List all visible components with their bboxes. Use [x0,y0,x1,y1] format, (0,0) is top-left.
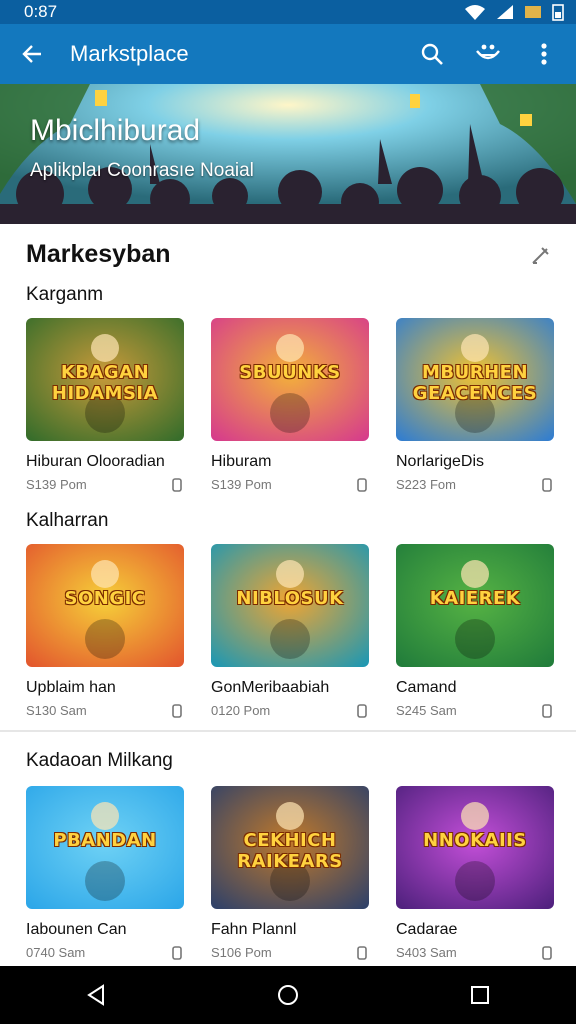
bookmark-icon[interactable] [172,703,182,718]
app-card[interactable]: KBAGAN HIDAMSIA Hiburan Olooradian S139 … [26,318,186,492]
thumbnail-art-text: SBUUNKS [239,362,341,383]
bookmark-icon[interactable] [357,945,367,960]
nav-home-button[interactable] [258,970,318,1020]
hero-crowd-image [0,84,576,224]
triangle-back-icon [87,984,104,1006]
cart-button[interactable] [464,30,512,78]
more-vertical-icon [541,43,547,65]
bookmark-icon[interactable] [357,703,367,718]
app-name: Hiburan Olooradian [26,453,165,470]
bookmark-icon[interactable] [542,945,552,960]
app-name: Hiburam [211,453,272,470]
app-card[interactable]: PBANDAN Iabounen Can 0740 Sam [26,786,186,960]
nav-back-button[interactable] [66,970,126,1020]
bookmark-icon[interactable] [357,477,367,492]
category-label: Karganm [26,284,104,305]
app-thumbnail: KAIEREK [396,544,554,667]
arrow-left-icon [22,45,41,63]
app-meta: 0740 Sam [26,945,86,960]
app-card[interactable]: SBUUNKS Hiburam S139 Pom [211,318,371,492]
app-card[interactable]: NIBLOSUK GonMeribaabiah 0120 Pom [211,544,371,718]
edit-section-button[interactable] [524,238,558,272]
app-thumbnail: SBUUNKS [211,318,369,441]
category-label: Kadaoan Milkang [26,750,173,771]
app-name: Iabounen Can [26,921,127,938]
thumbnail-art-text: NIBLOSUK [236,588,344,609]
cart-icon [476,44,500,60]
thumbnail-art-text: PBANDAN [53,830,157,851]
app-name: Camand [396,679,457,696]
app-meta: S106 Pom [211,945,272,960]
thumbnail-art-text: KBAGAN HIDAMSIA [51,362,159,404]
category-label: Kalharran [26,510,109,531]
hero-banner: Mbiclhiburad Aplikplaı Coonrasıe Noaial [0,84,576,224]
back-button[interactable] [0,24,64,84]
bookmark-icon[interactable] [542,703,552,718]
square-recents-icon [471,986,489,1004]
app-name: Fahn Plannl [211,921,297,938]
app-meta: S245 Sam [396,703,457,718]
signal-icon [497,5,513,19]
app-thumbnail: CEKHICH RAIKEARS [211,786,369,909]
hero-title: Mbiclhiburad [30,114,201,147]
app-thumbnail: NNOKAIIS [396,786,554,909]
thumbnail-art-text: NNOKAIIS [423,830,527,851]
app-thumbnail: KBAGAN HIDAMSIA [26,318,184,441]
app-card[interactable]: CEKHICH RAIKEARS Fahn Plannl S106 Pom [211,786,371,960]
section-divider [0,730,576,732]
app-thumbnail: NIBLOSUK [211,544,369,667]
app-meta: S403 Sam [396,945,457,960]
circle-home-icon [278,985,298,1005]
thumbnail-art-text: KAIEREK [429,588,521,609]
hero-subtitle: Aplikplaı Coonrasıe Noaial [30,160,254,181]
sim-icon [525,6,541,18]
app-card[interactable]: KAIEREK Camand S245 Sam [396,544,556,718]
search-button[interactable] [408,30,456,78]
nav-recents-button[interactable] [450,970,510,1020]
bookmark-icon[interactable] [172,945,182,960]
app-card[interactable]: MBURHEN GEACENCES NorlarigeDis S223 Fom [396,318,556,492]
bookmark-icon[interactable] [172,477,182,492]
thumbnail-art-text: SONGIC [64,588,146,609]
more-options-button[interactable] [520,30,568,78]
status-icons [464,3,564,21]
wifi-icon [465,5,485,20]
app-name: Upblaim han [26,679,116,696]
section-title: Markesyban [26,240,171,268]
app-card[interactable]: NNOKAIIS Cadarae S403 Sam [396,786,556,960]
bookmark-icon[interactable] [542,477,552,492]
app-thumbnail: MBURHEN GEACENCES [396,318,554,441]
app-meta: 0120 Pom [211,703,271,718]
battery-icon [552,4,564,21]
app-meta: S223 Fom [396,477,456,492]
app-thumbnail: SONGIC [26,544,184,667]
system-nav-bar [0,966,576,1024]
page-title: Markstplace [70,41,189,66]
app-name: GonMeribaabiah [211,679,330,696]
marketplace-content: Markesyban Karganm KBAGAN HIDAMSIA Hibur… [0,224,576,966]
app-thumbnail: PBANDAN [26,786,184,909]
status-bar: 0:87 [0,0,576,24]
search-icon [421,43,443,65]
status-time: 0:87 [24,2,58,21]
app-name: NorlarigeDis [396,453,485,470]
app-meta: S139 Pom [211,477,272,492]
app-bar: Markstplace [0,24,576,84]
app-meta: S139 Pom [26,477,87,492]
thumbnail-art-text: MBURHEN GEACENCES [412,362,538,404]
app-card[interactable]: SONGIC Upblaim han S130 Sam [26,544,186,718]
app-name: Cadarae [396,921,458,938]
app-meta: S130 Sam [26,703,87,718]
pencil-icon [532,247,549,264]
thumbnail-art-text: CEKHICH RAIKEARS [237,830,343,872]
